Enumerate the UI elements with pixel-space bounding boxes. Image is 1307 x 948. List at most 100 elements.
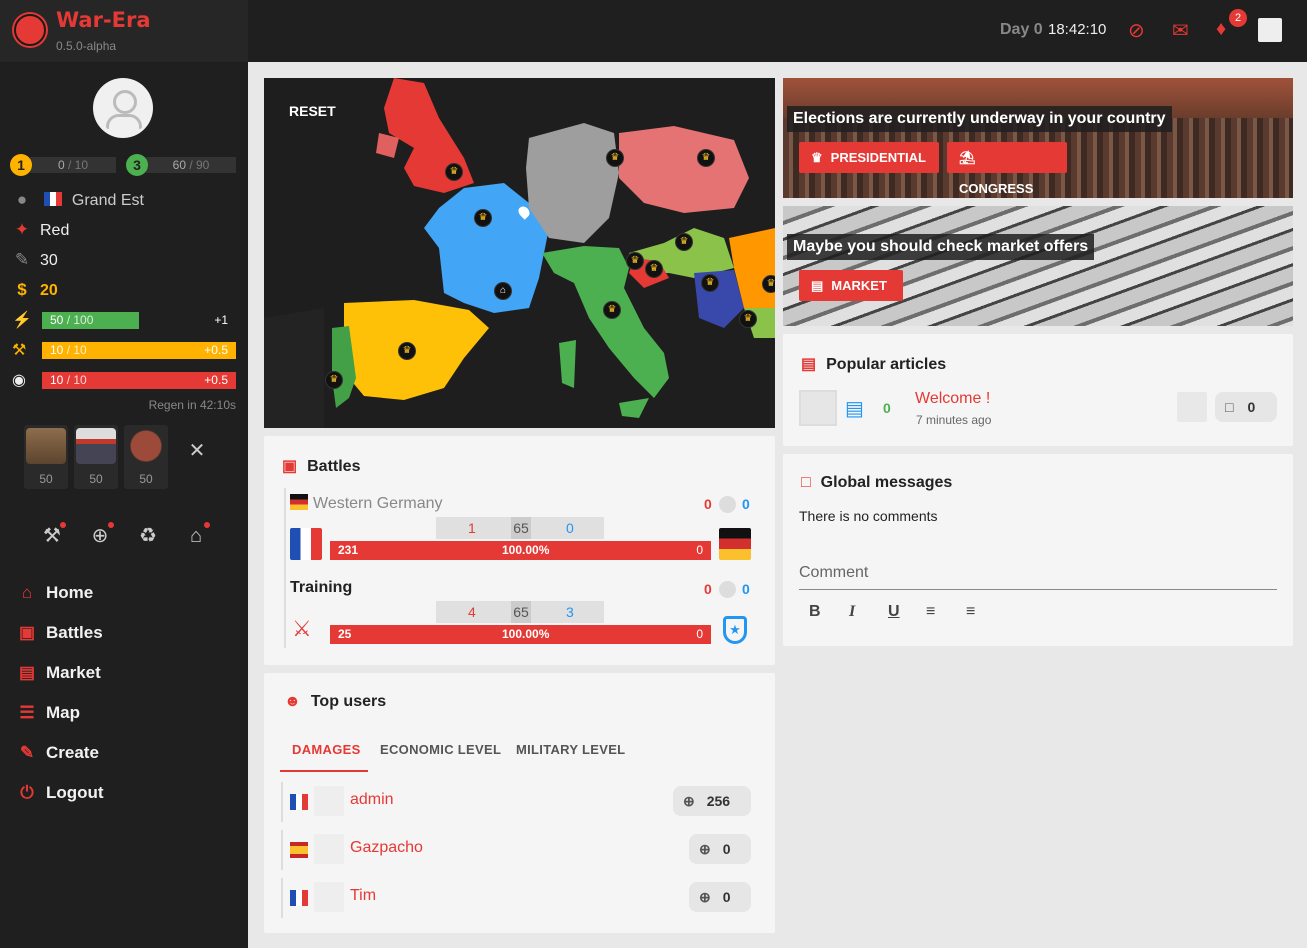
article-comments[interactable]: □ 0 — [1215, 392, 1277, 422]
battle-progress-bar[interactable]: 231 100.00% 0 — [330, 541, 711, 560]
capital-crown-icon[interactable]: ♛ — [325, 371, 343, 389]
capital-crown-icon[interactable]: ♛ — [675, 233, 693, 251]
energy-regen: +1 — [214, 313, 228, 327]
capital-crown-icon[interactable]: ♛ — [445, 163, 463, 181]
battle-score-b: 0 — [566, 520, 574, 536]
avatar[interactable] — [314, 834, 344, 864]
battle-progress-bar[interactable]: 25 100.00% 0 — [330, 625, 711, 644]
tab-military-level[interactable]: MILITARY LEVEL — [516, 742, 625, 757]
food-item-bread[interactable]: 50 — [24, 425, 68, 489]
sushi-icon — [76, 428, 116, 464]
food-item-sushi[interactable]: 50 — [74, 425, 118, 489]
level-indicator: 0 / 10 1 — [10, 154, 116, 176]
bold-button[interactable]: B — [809, 603, 821, 621]
party-icon: ✦ — [14, 220, 30, 239]
crown-icon: ♛ — [811, 150, 823, 165]
house-action-button[interactable]: ⌂ — [182, 522, 210, 550]
nav-map[interactable]: ☰ Map — [16, 703, 80, 723]
comment-count: 0 — [1247, 399, 1256, 415]
nav-market[interactable]: ▤ Market — [16, 663, 101, 683]
list-item[interactable]: admin ⊕ 256 — [280, 782, 760, 822]
money-value: 20 — [40, 282, 58, 299]
brand[interactable]: War-Era 0.5.0-alpha — [0, 0, 248, 62]
nav-create[interactable]: ✎ Create — [16, 743, 99, 763]
capital-crown-icon[interactable]: ♛ — [398, 342, 416, 360]
energy-bolt-icon: ⚡ — [12, 312, 32, 329]
no-war-icon[interactable]: ⊘ — [1128, 18, 1145, 43]
presidential-button[interactable]: ♛ PRESIDENTIAL — [799, 142, 939, 173]
battle-name[interactable]: Western Germany — [313, 495, 443, 513]
nav-battles[interactable]: ▣ Battles — [16, 623, 103, 643]
elections-banner: Elections are currently underway in your… — [783, 78, 1293, 198]
steak-icon — [126, 428, 166, 464]
mail-icon[interactable]: ✉ — [1172, 18, 1189, 43]
money-row: $20 — [12, 280, 58, 300]
article-title[interactable]: Welcome ! — [915, 390, 990, 408]
avatar[interactable] — [314, 882, 344, 912]
home-region-icon[interactable]: ⌂ — [494, 282, 512, 300]
capital-crown-icon[interactable]: ♛ — [626, 252, 644, 270]
battle-status-dot — [719, 496, 736, 513]
trade-action-button[interactable]: ♻ — [134, 522, 162, 550]
house-icon: ⌂ — [189, 525, 203, 547]
nav-logout[interactable]: ⏻ Logout — [16, 783, 103, 803]
capital-crown-icon[interactable]: ♛ — [474, 209, 492, 227]
train-action-button[interactable]: ⊕ — [86, 522, 114, 550]
username[interactable]: Gazpacho — [350, 839, 423, 857]
list-item[interactable]: Gazpacho ⊕ 0 — [280, 830, 760, 870]
username[interactable]: Tim — [350, 887, 376, 905]
bell-icon[interactable]: ♦ — [1216, 18, 1226, 41]
capital-crown-icon[interactable]: ♛ — [701, 274, 719, 292]
user-avatar-button[interactable] — [1258, 18, 1282, 42]
align-right-icon[interactable]: ≡ — [966, 603, 975, 621]
capital-crown-icon[interactable]: ♛ — [762, 275, 775, 293]
game-time: 18:42:10 — [1048, 21, 1107, 38]
region-name: Grand Est — [71, 192, 144, 209]
nav-label: Market — [46, 663, 101, 682]
world-map[interactable]: RESET ♛ ♛ ♛ ♛ ♛ ♛ ♛ ♛ ♛ ♛ ♛ ♛ ♛ ⌂ — [264, 78, 775, 428]
align-center-icon[interactable]: ≡ — [926, 603, 935, 621]
top-users-title-text: Top users — [310, 693, 387, 710]
nav-label: Map — [46, 703, 80, 722]
battle-score-mid: 65 — [511, 517, 531, 539]
avatar[interactable] — [314, 786, 344, 816]
topbar: Day 0 18:42:10 ⊘ ✉ ♦ 2 — [248, 0, 1307, 62]
fork-knife-icon[interactable]: ✕ — [183, 437, 211, 465]
author-avatar[interactable] — [1177, 392, 1207, 422]
health-value: 10 — [50, 373, 64, 387]
underline-button[interactable]: U — [888, 603, 900, 621]
sword-icon: ⚔ — [292, 616, 312, 641]
capital-crown-icon[interactable]: ♛ — [739, 310, 757, 328]
military-level-max: / 90 — [189, 158, 210, 172]
food-item-steak[interactable]: 50 — [124, 425, 168, 489]
capital-crown-icon[interactable]: ♛ — [606, 149, 624, 167]
username[interactable]: admin — [350, 791, 394, 809]
party-row[interactable]: ✦ Red — [12, 220, 69, 240]
work-action-button[interactable]: ⚒ — [38, 522, 66, 550]
capital-crown-icon[interactable]: ♛ — [603, 301, 621, 319]
market-button[interactable]: ▤ MARKET — [799, 270, 903, 301]
messages-title-text: Global messages — [820, 474, 953, 491]
location-pin-icon: ● — [16, 190, 28, 209]
level-badge: 1 — [10, 154, 32, 176]
avatar[interactable] — [93, 78, 153, 138]
capital-crown-icon[interactable]: ♛ — [645, 260, 663, 278]
italic-button[interactable]: I — [849, 603, 855, 621]
damage-score: ⊕ 0 — [689, 834, 751, 864]
battle-left-wins: 0 — [704, 581, 712, 597]
score-value: 0 — [722, 889, 731, 905]
congress-button[interactable]: ⛱ CONGRESS — [947, 142, 1067, 196]
region-row[interactable]: ● Grand Est — [12, 190, 144, 210]
app-title: War-Era — [56, 8, 151, 32]
nav-home[interactable]: ⌂ Home — [16, 583, 93, 603]
health-max: / 10 — [66, 373, 87, 387]
tab-economic-level[interactable]: ECONOMIC LEVEL — [380, 742, 501, 757]
list-item[interactable]: Tim ⊕ 0 — [280, 878, 760, 918]
article-thumbnail[interactable] — [799, 390, 837, 426]
tab-damages[interactable]: DAMAGES — [292, 742, 361, 757]
battle-name[interactable]: Training — [290, 579, 352, 597]
reset-button[interactable]: RESET — [289, 103, 336, 119]
damage-score: ⊕ 0 — [689, 882, 751, 912]
capital-crown-icon[interactable]: ♛ — [697, 149, 715, 167]
comment-input[interactable]: Comment — [799, 564, 1277, 590]
